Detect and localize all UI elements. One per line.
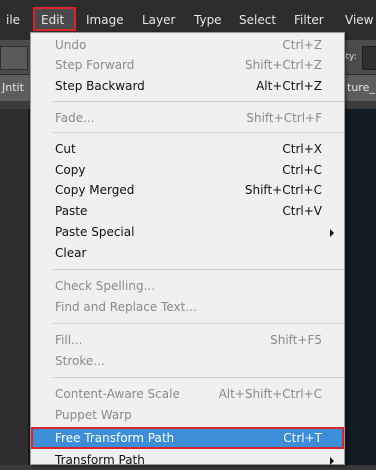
menu-separator (53, 269, 344, 270)
menu-separator (53, 323, 344, 324)
submenu-arrow-icon (330, 229, 334, 237)
submenu-arrow-icon (330, 457, 334, 465)
tab-label: Jntit (2, 81, 24, 94)
menu-layer[interactable]: Layer (142, 12, 175, 28)
menu-item-puppet-warp[interactable]: Puppet Warp (31, 405, 344, 425)
menu-item-copy[interactable]: Copy Ctrl+C (31, 160, 344, 180)
menu-item-paste[interactable]: Paste Ctrl+V (31, 201, 344, 221)
tool-preset-button[interactable] (0, 46, 28, 70)
menu-separator (53, 377, 344, 378)
tab-label: ture_ (347, 81, 375, 94)
menu-item-clear[interactable]: Clear (31, 243, 344, 263)
menu-separator (53, 132, 344, 133)
menu-separator (53, 101, 344, 102)
menu-select[interactable]: Select (239, 12, 276, 28)
menu-item-paste-special[interactable]: Paste Special (31, 222, 344, 242)
menu-item-copy-merged[interactable]: Copy Merged Shift+Ctrl+C (31, 180, 344, 200)
menu-edit[interactable]: Edit (41, 12, 64, 28)
menu-type[interactable]: Type (194, 12, 222, 28)
menu-item-step-forward[interactable]: Step Forward Shift+Ctrl+Z (31, 55, 344, 75)
document-tab-texture[interactable]: ture_ (345, 75, 376, 101)
menu-item-transform-path[interactable]: Transform Path (31, 450, 344, 470)
menu-item-fade[interactable]: Fade... Shift+Ctrl+F (31, 108, 344, 128)
edit-menu-dropdown: Undo Ctrl+Z Step Forward Shift+Ctrl+Z St… (30, 32, 345, 467)
opacity-field[interactable] (362, 46, 376, 70)
menu-item-check-spelling[interactable]: Check Spelling... (31, 276, 344, 296)
opacity-label: ity: (343, 52, 357, 62)
menu-image[interactable]: Image (86, 12, 124, 28)
menu-item-undo[interactable]: Undo Ctrl+Z (31, 35, 344, 55)
menu-item-cut[interactable]: Cut Ctrl+X (31, 139, 344, 159)
menu-item-step-backward[interactable]: Step Backward Alt+Ctrl+Z (31, 76, 344, 96)
menu-view[interactable]: View (345, 12, 373, 28)
menu-filter[interactable]: Filter (294, 12, 324, 28)
menu-item-free-transform-path[interactable]: Free Transform Path Ctrl+T (31, 428, 344, 448)
document-tab-untitled[interactable]: Jntit (0, 75, 30, 101)
tools-panel (0, 109, 28, 465)
menu-item-stroke[interactable]: Stroke... (31, 351, 344, 371)
menu-item-fill[interactable]: Fill... Shift+F5 (31, 330, 344, 350)
menu-item-find-replace[interactable]: Find and Replace Text... (31, 297, 344, 317)
menu-file[interactable]: ile (6, 12, 20, 28)
menu-item-content-aware-scale[interactable]: Content-Aware Scale Alt+Shift+Ctrl+C (31, 384, 344, 404)
